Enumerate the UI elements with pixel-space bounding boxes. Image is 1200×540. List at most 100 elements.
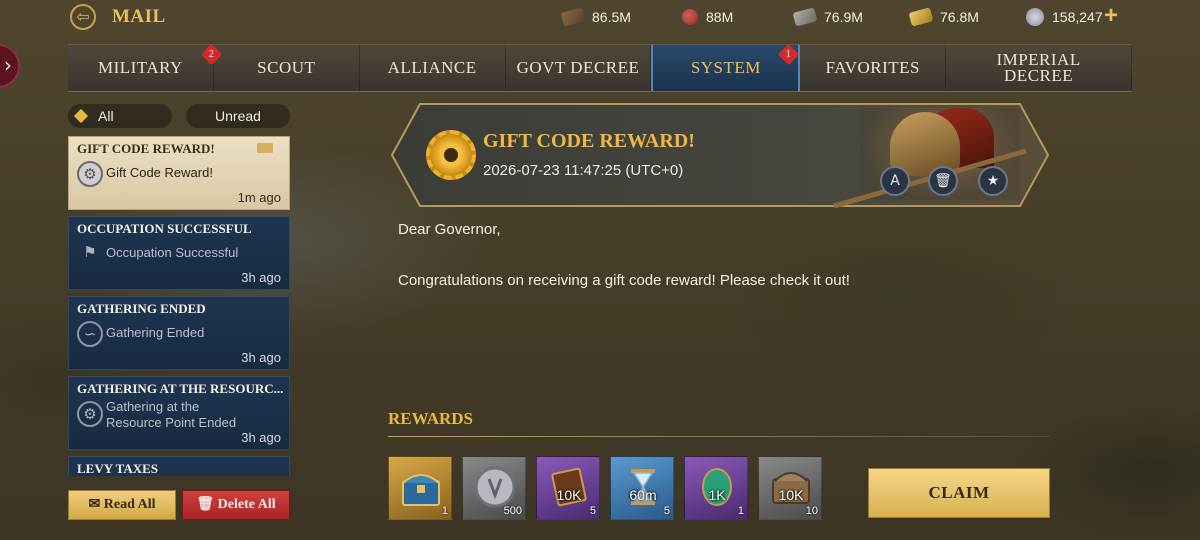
- reward-quantity: 5: [589, 505, 596, 517]
- tab-military[interactable]: MILITARY 2: [68, 43, 223, 91]
- delete-icon[interactable]: 🗑: [928, 166, 958, 196]
- tab-label: GOVT DECREE: [516, 58, 640, 77]
- selected-diamond-icon: [73, 108, 89, 124]
- mail-item-title: GATHERING ENDED: [77, 301, 206, 316]
- mail-tabs: MILITARY 2 SCOUT ALLIANCE GOVT DECREE SY…: [68, 43, 1133, 92]
- tab-label: MILITARY: [98, 58, 183, 77]
- list-item[interactable]: LEVY TAXES: [68, 456, 290, 476]
- silver-coin-icon: [474, 466, 516, 508]
- list-item[interactable]: GATHERING ENDED ∽ Gathering Ended 3h ago: [68, 296, 290, 370]
- tab-alliance[interactable]: ALLIANCE: [360, 45, 506, 91]
- top-bar: ⇦ MAIL 86.5M 88M 76.9M 76.8M 158,247 +: [0, 0, 1200, 34]
- envelope-icon: [257, 143, 273, 153]
- filter-label: All: [98, 108, 114, 124]
- mail-greeting: Dear Governor,: [398, 221, 501, 238]
- stone-icon: [792, 7, 818, 27]
- gear-icon: [426, 130, 476, 180]
- list-item[interactable]: GATHERING AT THE RESOURC... ⚙ Gathering …: [68, 376, 290, 450]
- mail-item-time: 1m ago: [237, 190, 281, 205]
- flag-icon: ⚑: [83, 243, 97, 261]
- read-all-button[interactable]: ✉ Read All: [68, 490, 176, 520]
- reward-quantity: 1: [441, 505, 448, 517]
- filter-all-button[interactable]: All: [68, 104, 172, 128]
- notification-badge: 1: [778, 43, 800, 66]
- tab-system[interactable]: SYSTEM 1: [651, 43, 801, 91]
- resource-wood: 86.5M: [560, 7, 631, 27]
- tab-label: FAVORITES: [825, 58, 920, 77]
- tab-label: SCOUT: [257, 58, 316, 77]
- mail-item-time: 3h ago: [241, 270, 281, 285]
- tab-scout[interactable]: SCOUT: [214, 45, 360, 91]
- reward-quantity: 1: [737, 505, 744, 517]
- reward-item[interactable]: 60m 5: [610, 456, 674, 520]
- reward-label: 60m: [629, 487, 657, 503]
- favorite-star-icon[interactable]: ★: [978, 166, 1008, 196]
- reward-item[interactable]: 10K 10: [758, 456, 822, 520]
- silver-coin-icon: [1026, 8, 1044, 26]
- mail-item-title: GIFT CODE REWARD!: [77, 141, 215, 156]
- resource-silver: 158,247: [1026, 7, 1103, 27]
- add-currency-button[interactable]: +: [1104, 3, 1118, 29]
- resource-value: 76.9M: [824, 9, 863, 25]
- reward-item[interactable]: 10K 5: [536, 456, 600, 520]
- mail-item-subtitle: Occupation Successful: [106, 245, 239, 260]
- mail-item-title: OCCUPATION SUCCESSFUL: [77, 221, 252, 236]
- resource-food: 88M: [682, 7, 733, 27]
- list-item[interactable]: GIFT CODE REWARD! ⚙ Gift Code Reward! 1m…: [68, 136, 290, 210]
- tab-imperial-decree[interactable]: IMPERIAL DECREE: [946, 45, 1133, 91]
- reward-label: 1K: [708, 487, 726, 503]
- filter-unread-button[interactable]: Unread: [186, 104, 290, 128]
- reward-label: 10K: [778, 487, 804, 503]
- tab-label: SYSTEM: [690, 58, 761, 77]
- reward-item[interactable]: 1K 1: [684, 456, 748, 520]
- mail-item-subtitle: Gift Code Reward!: [106, 165, 213, 180]
- rewards-title: REWARDS: [388, 409, 474, 428]
- button-label: Read All: [103, 497, 156, 512]
- gear-icon: ⚙: [77, 401, 103, 427]
- resource-value: 88M: [706, 9, 734, 25]
- mail-item-time: 3h ago: [241, 430, 281, 445]
- resource-gold: 76.8M: [908, 7, 979, 27]
- gold-bar-icon: [908, 7, 934, 27]
- resource-stone: 76.9M: [792, 7, 863, 27]
- claim-button[interactable]: CLAIM: [868, 468, 1050, 518]
- reward-label: 10K: [556, 487, 582, 503]
- delete-all-button[interactable]: 🗑 Delete All: [182, 490, 290, 520]
- tab-label: IMPERIAL DECREE: [996, 50, 1081, 85]
- translate-icon[interactable]: A: [880, 166, 910, 196]
- page-title: MAIL: [112, 6, 166, 27]
- divider: [388, 436, 1050, 437]
- resource-value: 86.5M: [592, 9, 631, 25]
- mail-list: GIFT CODE REWARD! ⚙ Gift Code Reward! 1m…: [68, 136, 290, 476]
- trash-icon: 🗑: [196, 497, 215, 512]
- button-label: Delete All: [217, 497, 276, 512]
- mail-item-subtitle: Gathering at the Resource Point Ended: [106, 399, 237, 430]
- meat-icon: [682, 9, 698, 25]
- wood-icon: [560, 7, 586, 27]
- gear-icon: ⚙: [77, 161, 103, 187]
- reward-quantity: 5: [663, 505, 670, 517]
- envelope-icon: ✉: [88, 497, 101, 512]
- reward-item[interactable]: 500: [462, 456, 526, 520]
- reward-quantity: 500: [503, 505, 522, 517]
- sickle-icon: ∽: [77, 321, 103, 347]
- treasure-chest-icon: [402, 474, 440, 506]
- mail-item-subtitle: Gathering Ended: [106, 325, 205, 340]
- tab-label: ALLIANCE: [387, 58, 477, 77]
- reward-quantity: 10: [805, 505, 818, 517]
- mail-date: 2026-07-23 11:47:25 (UTC+0): [483, 162, 684, 179]
- resource-value: 76.8M: [940, 9, 979, 25]
- resource-value: 158,247: [1052, 9, 1103, 25]
- mail-item-title: GATHERING AT THE RESOURC...: [77, 381, 283, 396]
- mail-body: Congratulations on receiving a gift code…: [398, 272, 850, 289]
- reward-item[interactable]: 1: [388, 456, 452, 520]
- back-arrow-icon[interactable]: ⇦: [70, 4, 96, 30]
- tab-favorites[interactable]: FAVORITES: [800, 45, 947, 91]
- mail-filter: All Unread: [68, 104, 290, 128]
- mail-item-time: 3h ago: [241, 350, 281, 365]
- list-item[interactable]: OCCUPATION SUCCESSFUL ⚑ Occupation Succe…: [68, 216, 290, 290]
- mail-item-title: LEVY TAXES: [77, 461, 159, 476]
- mail-title: GIFT CODE REWARD!: [483, 130, 695, 152]
- filter-label: Unread: [215, 108, 261, 124]
- tab-govt-decree[interactable]: GOVT DECREE: [506, 45, 652, 91]
